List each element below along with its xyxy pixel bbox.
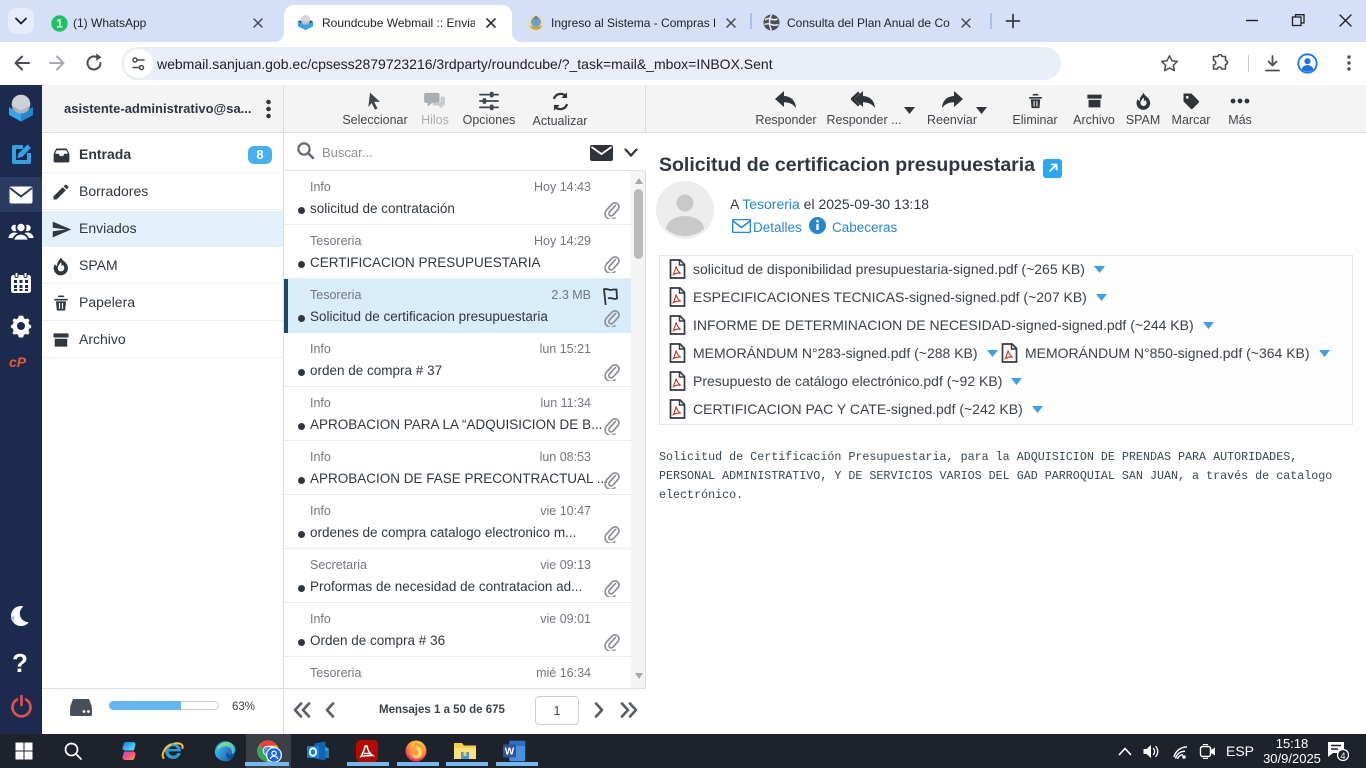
svg-text:1: 1 bbox=[56, 19, 63, 31]
svg-text:4: 4 bbox=[1340, 751, 1345, 761]
svg-text:W: W bbox=[505, 747, 515, 758]
